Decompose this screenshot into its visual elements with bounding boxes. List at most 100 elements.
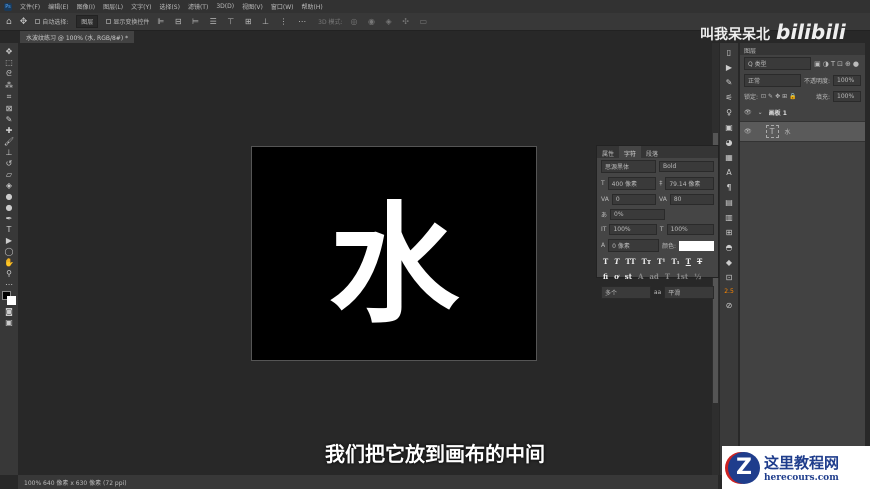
ordinals-icon[interactable]: 1st [676, 272, 688, 281]
old-style-icon[interactable]: ơ [614, 272, 619, 281]
path-select-icon[interactable]: ▶ [6, 236, 12, 245]
history-brush-icon[interactable]: ↺ [6, 159, 13, 168]
tab-properties[interactable]: 属性 [597, 146, 619, 158]
quick-mask-icon[interactable]: ◙ [5, 307, 13, 316]
tracking-field[interactable]: 80 [669, 194, 714, 205]
menu-view[interactable]: 视图(V) [242, 2, 263, 11]
font-style-select[interactable]: Bold [659, 161, 714, 172]
history-icon[interactable]: ▯ [727, 48, 731, 57]
stamp-tool-icon[interactable]: ⊥ [6, 148, 13, 157]
magic-wand-tool-icon[interactable]: ⁂ [5, 81, 13, 90]
color-icon[interactable]: ◕ [726, 138, 733, 147]
frame-tool-icon[interactable]: ⊠ [6, 104, 13, 113]
actions-icon[interactable]: ▶ [726, 63, 732, 72]
color-swatch[interactable] [679, 240, 714, 251]
more-tools-icon[interactable]: ⋯ [5, 280, 13, 289]
visibility-eye-icon[interactable]: 👁 [744, 109, 752, 116]
brush-settings-icon[interactable]: ✎ [726, 78, 733, 87]
pen-tool-icon[interactable]: ✒ [6, 214, 13, 223]
auto-select-checkbox[interactable]: 自动选择: [35, 17, 68, 26]
superscript-icon[interactable]: T¹ [657, 257, 665, 266]
ligature-icon[interactable]: fi [603, 272, 608, 281]
font-size-field[interactable]: 400 像素 [607, 177, 657, 190]
blend-mode-select[interactable]: 正常 [744, 74, 801, 87]
patterns-icon[interactable]: ⊞ [726, 228, 733, 237]
layers-tab[interactable]: 图层 [740, 43, 865, 55]
faux-italic-icon[interactable]: T [614, 257, 619, 266]
bucket-tool-icon[interactable]: ◈ [6, 181, 12, 190]
healing-tool-icon[interactable]: ✚ [6, 126, 13, 135]
screen-mode-icon[interactable]: ▣ [5, 318, 13, 327]
learn-icon[interactable]: ▣ [725, 123, 733, 132]
antialias-select[interactable]: 平滑 [664, 286, 715, 299]
layer-select-dropdown[interactable]: 图层 [76, 15, 99, 28]
leading-field[interactable]: 79.14 像素 [665, 177, 715, 190]
fill-field[interactable]: 100% [833, 91, 861, 102]
extension-icon[interactable]: 2.5 [724, 288, 734, 295]
visibility-eye-icon[interactable]: 👁 [744, 128, 752, 135]
eraser-tool-icon[interactable]: ▱ [6, 170, 12, 179]
shapes-icon[interactable]: ◆ [726, 258, 732, 267]
menu-filter[interactable]: 滤镜(T) [188, 2, 208, 11]
underline-icon[interactable]: T [686, 257, 691, 266]
home-icon[interactable]: ⌂ [6, 17, 12, 27]
layer-filter-select[interactable]: Q 类型 [744, 57, 812, 70]
lightbulb-icon[interactable]: ♀ [726, 108, 732, 117]
strikethrough-icon[interactable]: T [697, 257, 702, 266]
character-icon[interactable]: A [726, 168, 731, 177]
adjustments-icon[interactable]: ⚟ [725, 93, 732, 102]
small-caps-icon[interactable]: Tт [642, 257, 652, 266]
horizontal-scale-field[interactable]: 100% [666, 224, 715, 235]
align-icons[interactable]: ⊫ ⊟ ⊨ ☰ ⊤ ⊞ ⊥ ⋮ ⋯ [157, 17, 310, 26]
stylistic-icon[interactable]: A [638, 272, 643, 281]
layer-group-row[interactable]: 👁 ⌄ 画板 1 [740, 104, 865, 122]
plugin-icon[interactable]: ⊘ [726, 301, 733, 310]
menu-file[interactable]: 文件(F) [20, 2, 40, 11]
brush-tool-icon[interactable]: 🖌 [4, 137, 14, 146]
3d-icon[interactable]: ◓ [726, 243, 733, 252]
opacity-field[interactable]: 100% [833, 75, 861, 86]
kerning-field[interactable]: 0 [611, 194, 656, 205]
menu-type[interactable]: 文字(Y) [131, 2, 151, 11]
menu-image[interactable]: 图像(I) [77, 2, 95, 11]
language-select[interactable]: 多个 [601, 286, 651, 299]
3d-tool-icons[interactable]: ◎ ◉ ◈ ✣ ▭ [351, 17, 432, 26]
subscript-icon[interactable]: T₁ [671, 257, 679, 266]
menu-3d[interactable]: 3D(D) [216, 3, 234, 10]
tab-character[interactable]: 字符 [619, 146, 642, 158]
expand-chevron-icon[interactable]: ⌄ [758, 109, 763, 116]
marquee-tool-icon[interactable]: ⬚ [5, 58, 13, 67]
menu-select[interactable]: 选择(S) [159, 2, 180, 11]
all-caps-icon[interactable]: TT [625, 257, 635, 266]
faux-bold-icon[interactable]: T [603, 257, 608, 266]
menu-layer[interactable]: 图层(L) [103, 2, 123, 11]
fractions-icon[interactable]: ½ [694, 272, 701, 281]
font-family-select[interactable]: 思源黑体 [601, 160, 656, 173]
blur-tool-icon[interactable]: ● [6, 192, 13, 201]
vertical-scale-field[interactable]: 100% [609, 224, 657, 235]
document-canvas[interactable]: 水 [251, 146, 537, 361]
styles-icon[interactable]: ⊡ [726, 273, 733, 282]
lasso-tool-icon[interactable]: ᘓ [6, 69, 12, 79]
tsume-field[interactable]: 0% [610, 209, 666, 220]
show-transform-checkbox[interactable]: 显示变换控件 [106, 17, 149, 26]
menu-window[interactable]: 窗口(W) [271, 2, 294, 11]
swash-icon[interactable]: st [625, 272, 632, 281]
gradients-icon[interactable]: ▥ [725, 213, 733, 222]
dodge-tool-icon[interactable]: ● [6, 203, 13, 212]
contextual-icon[interactable]: T [665, 272, 670, 281]
zoom-tool-icon[interactable]: ⚲ [6, 269, 12, 278]
move-tool-icon[interactable]: ✥ [6, 47, 13, 56]
baseline-field[interactable]: 0 像素 [608, 239, 659, 252]
hand-tool-icon[interactable]: ✋ [4, 258, 14, 267]
libraries-icon[interactable]: ▤ [725, 198, 733, 207]
filter-icons[interactable]: ▣◑T⊡⊕● [814, 60, 861, 68]
document-tab[interactable]: 水波纹练习 @ 100% (水, RGB/8#) * [20, 31, 135, 43]
shape-tool-icon[interactable]: ◯ [5, 247, 14, 256]
crop-tool-icon[interactable]: ⌗ [7, 92, 12, 102]
move-tool-icon[interactable]: ✥ [20, 17, 28, 27]
color-swatches[interactable] [2, 291, 16, 305]
layer-row[interactable]: 👁 T 水 [740, 122, 865, 142]
menu-edit[interactable]: 编辑(E) [48, 2, 68, 11]
type-tool-icon[interactable]: T [7, 225, 12, 234]
